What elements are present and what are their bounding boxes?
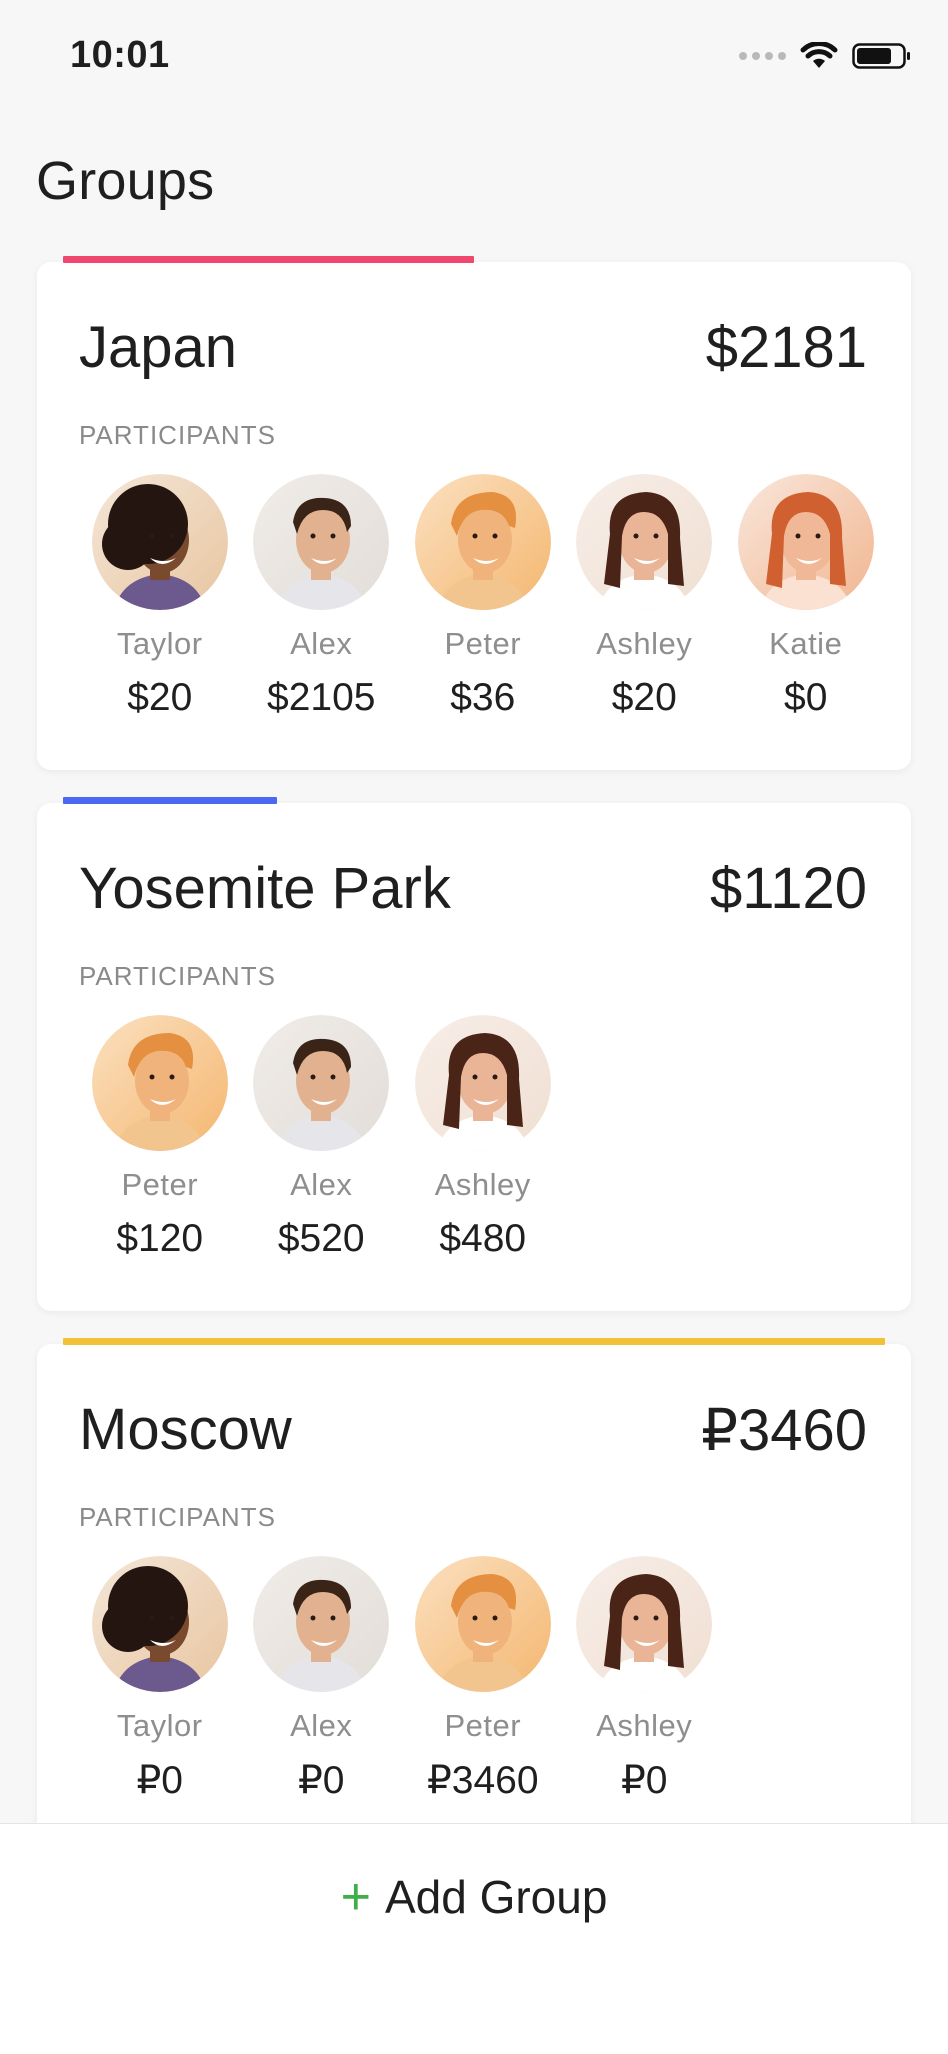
participant-item[interactable]: Ashley $480 xyxy=(402,1015,564,1261)
avatar xyxy=(576,474,713,610)
participant-name: Peter xyxy=(444,1708,522,1743)
participant-amount: $20 xyxy=(611,676,677,719)
group-name: Japan xyxy=(79,315,238,380)
avatar xyxy=(737,474,874,610)
group-progress-bar xyxy=(63,256,474,263)
group-progress-bar xyxy=(63,797,277,804)
participant-item[interactable]: Peter $36 xyxy=(402,474,564,720)
group-card[interactable]: Moscow ₽3460 PARTICIPANTS Taylor ₽0 Alex… xyxy=(37,1338,911,1852)
avatar xyxy=(253,474,390,610)
battery-icon xyxy=(852,43,910,69)
cellular-signal-icon xyxy=(739,52,786,60)
participants-row: Peter $120 Alex $520 Ashley $480 xyxy=(79,1015,564,1261)
add-group-label: Add Group xyxy=(384,1870,608,1923)
participant-item[interactable]: Alex ₽0 xyxy=(241,1556,403,1803)
avatar xyxy=(91,474,228,610)
participant-amount: $2105 xyxy=(267,676,376,719)
participant-item[interactable]: Peter $120 xyxy=(79,1015,241,1261)
participant-name: Peter xyxy=(444,626,522,661)
avatar xyxy=(253,1556,390,1692)
status-time: 10:01 xyxy=(70,34,170,76)
participant-amount: $120 xyxy=(116,1217,204,1260)
group-name: Yosemite Park xyxy=(79,856,451,921)
avatar xyxy=(414,1015,551,1151)
participant-item[interactable]: Ashley $20 xyxy=(564,474,726,720)
participants-row: Taylor $20 Alex $2105 Peter $36 Ashley $… xyxy=(79,474,887,720)
avatar xyxy=(91,1015,228,1151)
participant-name: Taylor xyxy=(116,626,203,661)
participant-amount: ₽0 xyxy=(136,1759,183,1802)
group-card[interactable]: Japan $2181 PARTICIPANTS Taylor $20 Alex… xyxy=(37,256,911,770)
status-bar: 10:01 xyxy=(0,0,948,110)
avatar xyxy=(414,1556,551,1692)
group-progress-bar xyxy=(63,1338,885,1345)
participant-item[interactable]: Taylor $20 xyxy=(79,474,241,720)
participant-name: Katie xyxy=(769,626,843,661)
participant-name: Ashley xyxy=(596,1708,693,1743)
participant-item[interactable]: Alex $2105 xyxy=(241,474,403,720)
bottom-bar: + Add Group xyxy=(0,1823,948,2054)
participant-name: Taylor xyxy=(116,1708,203,1743)
participant-amount: $0 xyxy=(784,676,828,719)
participant-name: Ashley xyxy=(434,1167,531,1202)
participants-label: PARTICIPANTS xyxy=(79,1502,276,1532)
participants-label: PARTICIPANTS xyxy=(79,961,276,991)
wifi-icon xyxy=(800,42,838,68)
participant-name: Alex xyxy=(290,1708,353,1743)
participant-amount: $36 xyxy=(450,676,516,719)
participant-item[interactable]: Ashley ₽0 xyxy=(564,1556,726,1803)
group-total: ₽3460 xyxy=(701,1398,867,1463)
participants-label: PARTICIPANTS xyxy=(79,420,276,450)
avatar xyxy=(414,474,551,610)
avatar xyxy=(91,1556,228,1692)
participant-amount: $20 xyxy=(127,676,193,719)
participant-amount: ₽0 xyxy=(620,1759,668,1802)
group-list: Japan $2181 PARTICIPANTS Taylor $20 Alex… xyxy=(37,256,911,1885)
group-total: $1120 xyxy=(710,856,867,921)
status-icons xyxy=(739,42,912,70)
participant-item[interactable]: Taylor ₽0 xyxy=(79,1556,241,1803)
participant-item[interactable]: Katie $0 xyxy=(725,474,887,720)
add-group-button[interactable]: + Add Group xyxy=(0,1824,948,1969)
participant-amount: $520 xyxy=(277,1217,365,1260)
participant-name: Peter xyxy=(121,1167,199,1202)
participant-name: Alex xyxy=(290,1167,353,1202)
group-name: Moscow xyxy=(79,1397,292,1462)
group-total: $2181 xyxy=(705,315,867,380)
page-title: Groups xyxy=(36,151,215,211)
participant-item[interactable]: Peter ₽3460 xyxy=(402,1556,564,1803)
participant-name: Alex xyxy=(290,626,353,661)
group-card[interactable]: Yosemite Park $1120 PARTICIPANTS Peter $120 xyxy=(37,797,911,1311)
plus-icon: + xyxy=(340,1867,371,1926)
participants-row: Taylor ₽0 Alex ₽0 Peter ₽3460 Ashley ₽0 xyxy=(79,1556,725,1803)
participant-amount: $480 xyxy=(439,1217,527,1260)
participant-amount: ₽3460 xyxy=(426,1759,539,1802)
participant-name: Ashley xyxy=(596,626,693,661)
participant-amount: ₽0 xyxy=(297,1759,345,1802)
avatar xyxy=(253,1015,390,1151)
participant-item[interactable]: Alex $520 xyxy=(241,1015,403,1261)
avatar xyxy=(576,1556,713,1692)
